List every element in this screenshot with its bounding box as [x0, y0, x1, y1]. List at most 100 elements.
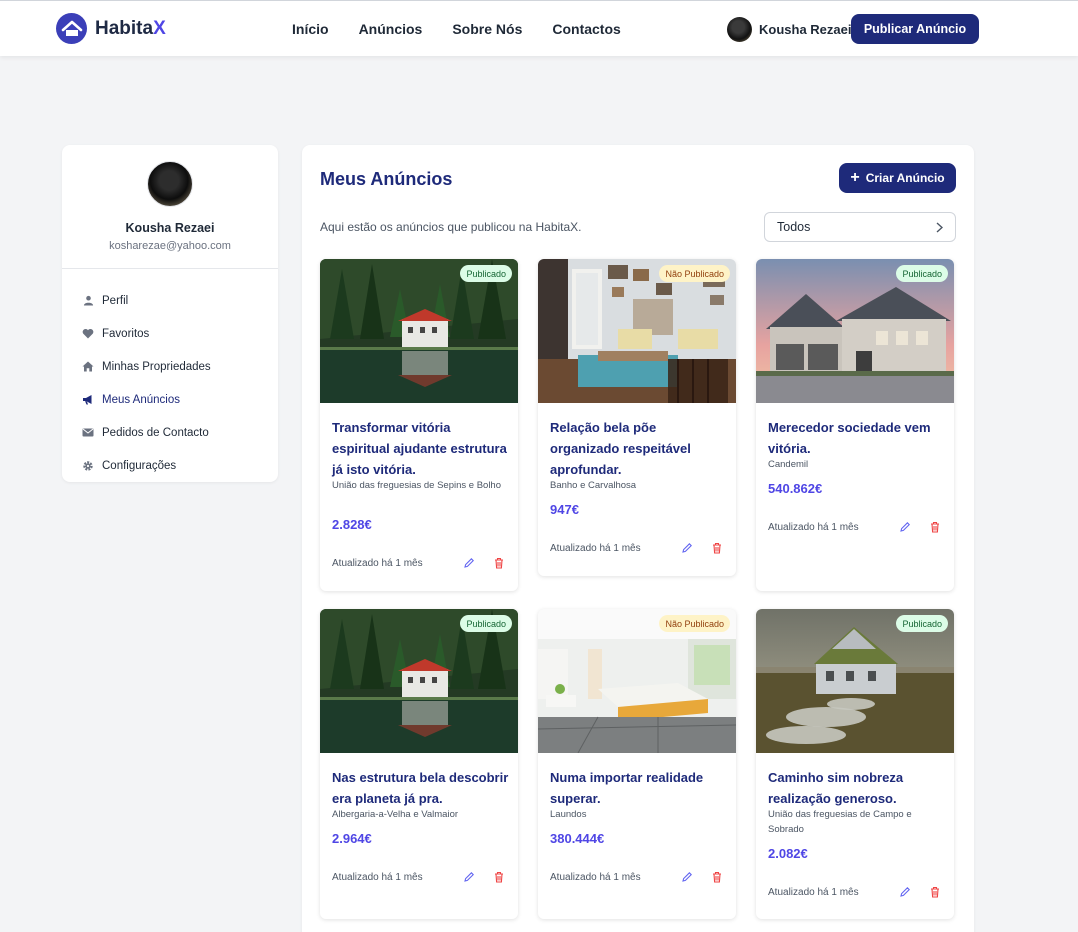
listing-footer: Atualizado há 1 mês — [768, 520, 942, 534]
main-nav: Início Anúncios Sobre Nós Contactos — [292, 21, 651, 37]
listing-location: Banho e Carvalhosa — [550, 480, 637, 491]
edit-pencil-icon[interactable] — [898, 520, 912, 534]
profile-avatar — [147, 161, 193, 207]
gear-icon — [82, 460, 94, 472]
publish-listing-button[interactable]: Publicar Anúncio — [851, 14, 979, 44]
sidebar-item-label: Configurações — [102, 459, 177, 472]
sidebar-item-label: Minhas Propriedades — [102, 360, 211, 373]
listing-title[interactable]: Numa importar realidade superar. — [550, 767, 728, 809]
plus-icon: + — [850, 169, 860, 186]
sidebar-item-configuracoes[interactable]: Configurações — [82, 449, 211, 482]
updated-text: Atualizado há 1 mês — [768, 886, 859, 898]
listing-price: 947€ — [550, 502, 579, 517]
status-badge: Não Publicado — [659, 615, 730, 632]
listing-footer: Atualizado há 1 mês — [768, 885, 942, 899]
logo[interactable]: HabitaX — [56, 12, 166, 45]
top-navbar: HabitaX Início Anúncios Sobre Nós Contac… — [0, 0, 1078, 56]
divider — [62, 268, 278, 269]
page-subtitle: Aqui estão os anúncios que publicou na H… — [320, 220, 582, 234]
delete-trash-icon[interactable] — [710, 870, 724, 884]
status-badge: Publicado — [460, 615, 512, 632]
edit-pencil-icon[interactable] — [680, 541, 694, 555]
nav-sobre-nos[interactable]: Sobre Nós — [452, 21, 522, 37]
sidebar-item-label: Perfil — [102, 294, 129, 307]
user-name: Kousha Rezaei — [759, 22, 852, 37]
sidebar-item-label: Favoritos — [102, 327, 150, 340]
listing-footer: Atualizado há 1 mês — [332, 556, 506, 570]
listing-title[interactable]: Merecedor sociedade vem vitória. — [768, 417, 946, 459]
listing-location: União das freguesias de Sepins e Bolho — [332, 480, 502, 491]
sidebar-item-perfil[interactable]: Perfil — [82, 284, 211, 317]
listing-location: Candemil — [768, 459, 809, 470]
profile-email: kosharezae@yahoo.com — [109, 240, 231, 252]
edit-pencil-icon[interactable] — [680, 870, 694, 884]
user-icon — [82, 295, 94, 307]
delete-trash-icon[interactable] — [928, 520, 942, 534]
house-logo-icon — [56, 13, 87, 44]
home-icon — [82, 361, 94, 373]
page-title: Meus Anúncios — [320, 169, 453, 189]
listing-price: 2.964€ — [332, 831, 372, 846]
logo-text-accent: X — [153, 17, 166, 39]
listing-title[interactable]: Relação bela põe organizado respeitável … — [550, 417, 728, 480]
nav-inicio[interactable]: Início — [292, 21, 329, 37]
create-listing-label: Criar Anúncio — [865, 171, 945, 185]
chevron-right-icon — [936, 221, 943, 233]
listing-location: Albergaria-a-Velha e Valmaior — [332, 809, 459, 820]
sidebar-item-favoritos[interactable]: Favoritos — [82, 317, 211, 350]
avatar — [727, 17, 752, 42]
sidebar-item-pedidos-de-contacto[interactable]: Pedidos de Contacto — [82, 416, 211, 449]
listing-location: União das freguesias de Campo e Sobrado — [768, 809, 912, 835]
listing-price: 2.828€ — [332, 517, 372, 532]
status-filter-select[interactable]: Todos — [764, 212, 956, 242]
updated-text: Atualizado há 1 mês — [550, 871, 641, 883]
sidebar-item-meus-anuncios[interactable]: Meus Anúncios — [82, 383, 211, 416]
sidebar-menu: Perfil Favoritos Minhas Propriedades Meu… — [82, 284, 211, 482]
logo-text: HabitaX — [95, 18, 166, 40]
edit-pencil-icon[interactable] — [462, 556, 476, 570]
listing-card[interactable]: Publicado Transformar vitória espiritual… — [320, 259, 518, 591]
nav-contactos[interactable]: Contactos — [552, 21, 620, 37]
listing-card[interactable]: Publicado Nas estrutura bela descobrir e… — [320, 609, 518, 919]
updated-text: Atualizado há 1 mês — [332, 557, 423, 569]
listing-price: 540.862€ — [768, 481, 823, 496]
sidebar-item-label: Pedidos de Contacto — [102, 426, 209, 439]
logo-text-main: Habita — [95, 17, 154, 39]
listing-card[interactable]: Não Publicado Relação bela põe organizad… — [538, 259, 736, 576]
updated-text: Atualizado há 1 mês — [768, 521, 859, 533]
delete-trash-icon[interactable] — [928, 885, 942, 899]
updated-text: Atualizado há 1 mês — [332, 871, 423, 883]
listing-price: 2.082€ — [768, 846, 808, 861]
edit-pencil-icon[interactable] — [462, 870, 476, 884]
sidebar-item-label: Meus Anúncios — [102, 393, 180, 406]
updated-text: Atualizado há 1 mês — [550, 542, 641, 554]
delete-trash-icon[interactable] — [710, 541, 724, 555]
heart-icon — [82, 328, 94, 340]
sidebar-item-minhas-propriedades[interactable]: Minhas Propriedades — [82, 350, 211, 383]
listing-title[interactable]: Nas estrutura bela descobrir era planeta… — [332, 767, 510, 809]
listing-title[interactable]: Transformar vitória espiritual ajudante … — [332, 417, 510, 480]
status-badge: Publicado — [460, 265, 512, 282]
listing-price: 380.444€ — [550, 831, 605, 846]
listing-footer: Atualizado há 1 mês — [332, 870, 506, 884]
listing-card[interactable]: Não Publicado Numa importar realidade su… — [538, 609, 736, 919]
create-listing-button[interactable]: + Criar Anúncio — [839, 163, 956, 193]
edit-pencil-icon[interactable] — [898, 885, 912, 899]
listing-title[interactable]: Caminho sim nobreza realização generoso. — [768, 767, 946, 809]
profile-name: Kousha Rezaei — [125, 221, 215, 235]
profile-sidebar: Kousha Rezaei kosharezae@yahoo.com Perfi… — [62, 145, 278, 482]
delete-trash-icon[interactable] — [492, 556, 506, 570]
my-listings-panel: Meus Anúncios + Criar Anúncio Aqui estão … — [302, 145, 974, 932]
delete-trash-icon[interactable] — [492, 870, 506, 884]
user-menu[interactable]: Kousha Rezaei — [727, 17, 851, 42]
listing-footer: Atualizado há 1 mês — [550, 541, 724, 555]
status-badge: Não Publicado — [659, 265, 730, 282]
nav-anuncios[interactable]: Anúncios — [359, 21, 423, 37]
envelope-icon — [82, 427, 94, 439]
megaphone-icon — [82, 394, 94, 406]
listing-card[interactable]: Publicado Caminho sim nobreza realização… — [756, 609, 954, 919]
listing-footer: Atualizado há 1 mês — [550, 870, 724, 884]
status-badge: Publicado — [896, 615, 948, 632]
status-filter-value: Todos — [777, 220, 811, 234]
listing-card[interactable]: Publicado Merecedor sociedade vem vitóri… — [756, 259, 954, 591]
